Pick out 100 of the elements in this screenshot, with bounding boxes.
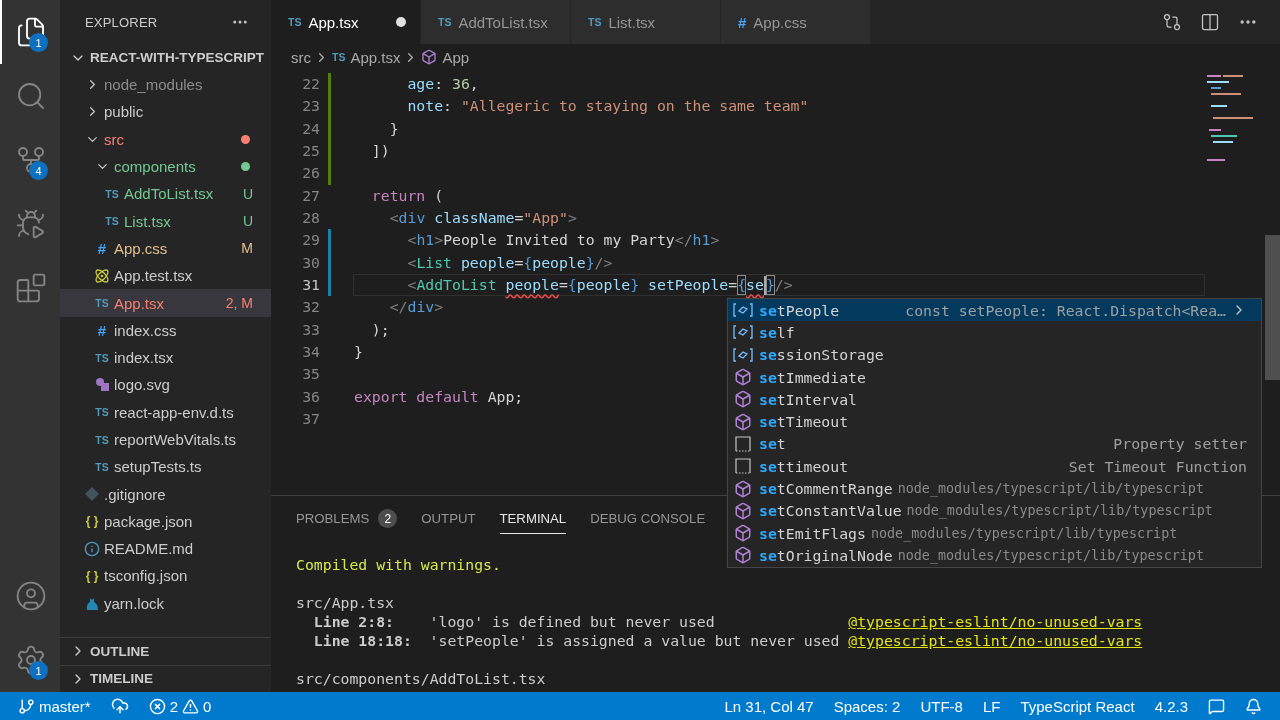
hash-icon: # — [97, 239, 107, 257]
file-tree-item[interactable]: TS react-app-env.d.ts — [60, 398, 271, 426]
file-tree-item[interactable]: # App.css M — [60, 234, 271, 263]
suggestion-item[interactable]: setEmitFlags node_modules/typescript/lib/typescript — [728, 521, 1261, 545]
line-number: 24 — [301, 118, 320, 139]
file-tree-item[interactable]: src — [60, 125, 271, 153]
attribute-name: people — [460, 252, 515, 273]
split-editor-icon[interactable] — [1200, 12, 1220, 32]
scrollbar-thumb[interactable] — [1265, 235, 1280, 380]
property-name: note — [407, 96, 444, 117]
suggestion-item[interactable]: setImmediate — [728, 365, 1261, 389]
status-item[interactable]: TypeScript React — [1020, 697, 1135, 715]
file-tree-item[interactable]: App.test.tsx — [60, 262, 271, 290]
breadcrumb[interactable]: App — [442, 48, 470, 66]
code-text: : — [443, 96, 453, 117]
file-tree-item[interactable]: # index.css — [60, 316, 271, 344]
file-tree-item[interactable]: TS App.tsx 2, M — [60, 289, 271, 317]
warning-icon — [182, 697, 200, 715]
rule-link[interactable]: @typescript-eslint/no-unused-vars — [848, 631, 1280, 650]
file-tree-item[interactable]: TS List.tsx U — [60, 207, 271, 235]
source-control-button[interactable]: 4 — [0, 128, 60, 192]
panel-tab[interactable]: PROBLEMS 2 — [296, 504, 398, 534]
git-status-label: U — [242, 213, 253, 230]
project-header[interactable]: REACT-WITH-TYPESCRIPT — [60, 44, 271, 71]
branch-status[interactable]: master* — [18, 697, 91, 715]
suggestion-item[interactable]: sessionStorage — [728, 343, 1261, 366]
cloud-upload-icon[interactable] — [110, 697, 129, 715]
line-number: 28 — [301, 207, 320, 228]
breadcrumb[interactable]: src — [291, 48, 311, 66]
file-tree-item[interactable]: TS AddToList.tsx U — [60, 180, 271, 208]
file-tree-item[interactable]: { } package.json — [60, 507, 271, 536]
suggestion-item[interactable]: self — [728, 321, 1261, 344]
suggestion-item[interactable]: setConstantValue node_modules/typescript/lib/typescript — [728, 499, 1261, 522]
account-icon — [15, 580, 47, 612]
file-tree-item[interactable]: TS index.tsx — [60, 343, 271, 372]
line-number: 31 — [301, 274, 320, 295]
cube-icon — [734, 479, 752, 498]
suggestion-item[interactable]: setOriginalNode node_modules/typescript/lib/typescript — [728, 544, 1261, 567]
error-count: 2 — [169, 697, 179, 715]
file-tree-item[interactable]: public — [60, 98, 271, 126]
compare-icon[interactable] — [1162, 12, 1182, 32]
status-item[interactable]: Spaces: 2 — [833, 697, 901, 715]
cube-icon — [421, 49, 438, 65]
suggestion-item[interactable]: setInterval — [728, 388, 1261, 411]
info-icon — [84, 540, 100, 557]
line-number: 27 — [301, 185, 320, 206]
file-tree-item[interactable]: TS reportWebVitals.ts — [60, 425, 271, 454]
suggestion-item[interactable]: setTimeout — [728, 410, 1261, 433]
line-number: 23 — [301, 96, 320, 117]
suggestion-label: setOriginalNode — [759, 546, 893, 564]
attribute-name: people — [505, 275, 559, 296]
git-status-label: U — [242, 185, 253, 202]
file-tree-item[interactable]: components — [60, 152, 271, 181]
panel-tab[interactable]: OUTPUT — [421, 504, 476, 534]
suggestion-item[interactable]: settimeout Set Timeout Function — [728, 455, 1261, 478]
panel-tab[interactable]: DEBUG CONSOLE — [590, 504, 706, 534]
tag-name: div — [407, 297, 435, 318]
breadcrumb[interactable]: App.tsx — [350, 48, 401, 66]
keyword: return — [371, 185, 426, 206]
git-status-label: M — [241, 240, 253, 257]
tag-bracket: > — [567, 208, 577, 229]
file-tree-item[interactable]: yarn.lock — [60, 589, 271, 617]
suggestion-item[interactable]: setPeople const setPeople: React.Dispatch<Rea… — [728, 299, 1261, 322]
suggestion-item[interactable]: setCommentRange node_modules/typescript/lib/typescript — [728, 477, 1261, 500]
bell-icon[interactable] — [1245, 697, 1262, 715]
terminal-line: src/App.tsx — [296, 593, 394, 612]
number-literal: 36 — [452, 74, 470, 95]
rule-link[interactable]: @typescript-eslint/no-unused-vars — [848, 612, 1280, 631]
editor-tab[interactable]: TS App.tsx — [271, 0, 421, 44]
code-text: = — [514, 208, 524, 229]
variable-name: people — [576, 275, 631, 296]
status-item[interactable]: LF — [982, 697, 1001, 715]
code-text: , — [469, 74, 479, 95]
file-tree-item[interactable]: .gitignore — [60, 480, 271, 508]
suggestion-detail: Set Timeout Function — [1068, 457, 1247, 475]
file-tree-item[interactable]: { } tsconfig.json — [60, 562, 271, 590]
notification-badge: 1 — [29, 33, 48, 52]
status-item[interactable]: UTF-8 — [920, 697, 963, 715]
settings-button[interactable]: 1 — [0, 628, 60, 692]
editor-tab[interactable]: TS AddToList.tsx — [421, 0, 571, 44]
cube-icon — [734, 501, 752, 520]
file-tree-item[interactable]: logo.svg — [60, 371, 271, 399]
code-text: : — [434, 74, 445, 95]
code-text: } — [389, 118, 399, 139]
keyword: export default — [354, 386, 479, 407]
panel-tab[interactable]: TERMINAL — [499, 504, 567, 534]
braces-icon: { } — [85, 514, 99, 529]
tag-bracket: < — [407, 252, 417, 273]
status-item[interactable]: Ln 31, Col 47 — [724, 697, 814, 715]
status-item[interactable]: 4.2.3 — [1154, 697, 1188, 715]
problems-status[interactable]: 2 0 — [148, 697, 212, 715]
file-tree-item[interactable]: node_modules — [60, 71, 271, 99]
editor-tab[interactable]: # App.css — [721, 0, 871, 44]
editor-tab[interactable]: TS List.tsx — [571, 0, 721, 44]
file-tree-item[interactable]: TS setupTests.ts — [60, 453, 271, 481]
line-number: 25 — [301, 141, 320, 161]
file-tree-item[interactable]: README.md — [60, 535, 271, 563]
suggestion-item[interactable]: set Property setter — [728, 432, 1261, 456]
feedback-icon[interactable] — [1208, 697, 1225, 715]
cube-icon — [734, 390, 752, 409]
